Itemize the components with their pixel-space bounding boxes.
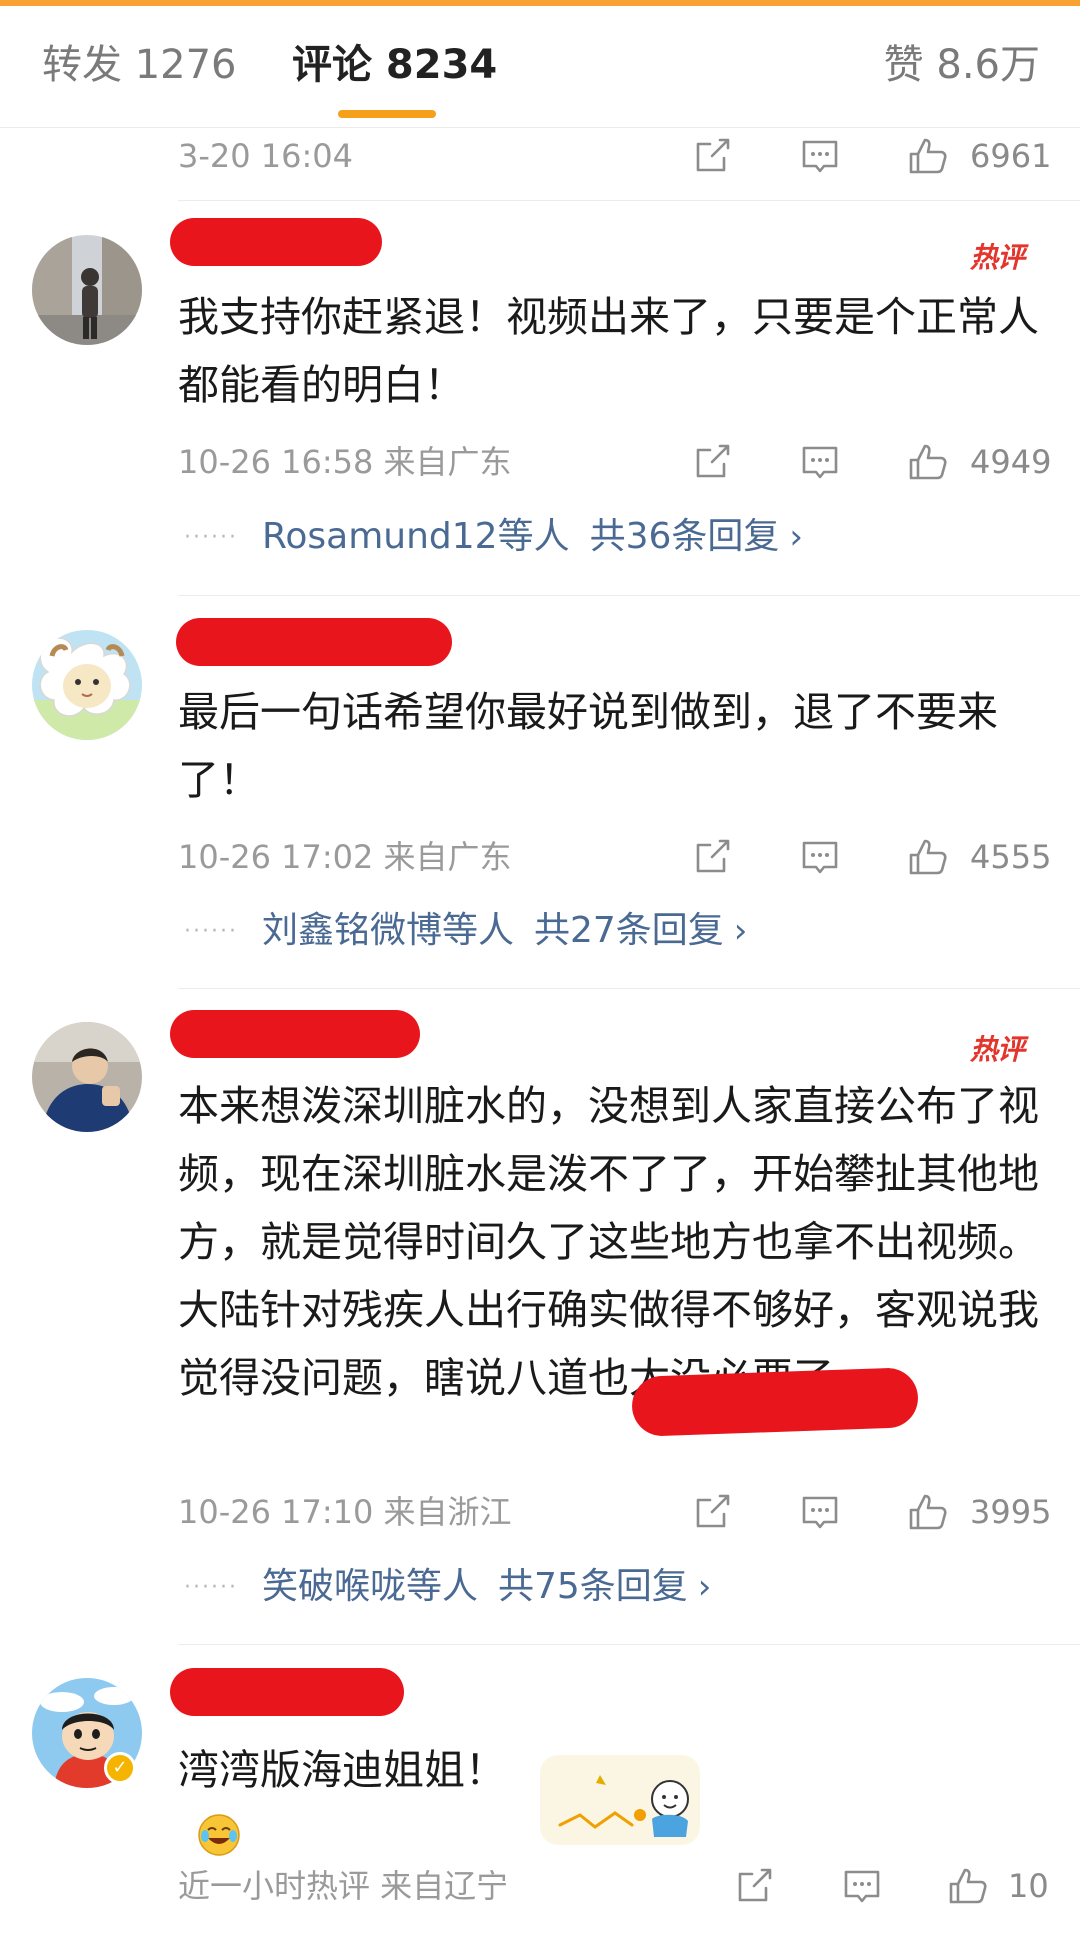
thumbs-up-icon[interactable] bbox=[906, 1490, 950, 1534]
comment-meta: 10-26 17:10 来自浙江 3995 bbox=[178, 1486, 1051, 1536]
reply-users: 刘鑫铭微博等人 bbox=[261, 910, 514, 951]
thumbs-up-icon[interactable] bbox=[906, 835, 950, 879]
tab-repost[interactable]: 转发 1276 bbox=[42, 40, 237, 90]
tab-likes[interactable]: 赞 8.6万 bbox=[884, 40, 1040, 90]
verified-badge-icon: ✓ bbox=[104, 1752, 136, 1784]
share-icon[interactable] bbox=[690, 440, 734, 484]
view-replies-link[interactable]: ······ 刘鑫铭微博等人 共27条回复 › bbox=[184, 906, 747, 956]
comment-meta: 10-26 17:02 来自广东 4555 bbox=[178, 831, 1051, 881]
text-redaction bbox=[631, 1367, 919, 1437]
comment-timestamp: 3-20 16:04 bbox=[178, 137, 354, 175]
divider bbox=[178, 988, 1080, 989]
divider bbox=[178, 595, 1080, 596]
comment-timestamp-location: 10-26 17:10 来自浙江 bbox=[178, 1493, 512, 1531]
thumbs-up-icon[interactable] bbox=[906, 134, 950, 178]
reply-count: 共75条回复 bbox=[497, 1566, 688, 1607]
reply-count: 共36条回复 bbox=[589, 516, 780, 557]
reply-dots: ······ bbox=[184, 1575, 238, 1600]
reply-dots: ······ bbox=[184, 525, 238, 550]
hot-comment-badge: 热评 bbox=[970, 241, 1025, 274]
share-icon[interactable] bbox=[690, 835, 734, 879]
like-count: 4949 bbox=[970, 443, 1052, 481]
share-icon[interactable] bbox=[732, 1864, 776, 1908]
chevron-right-icon: › bbox=[789, 517, 803, 557]
comment-icon[interactable] bbox=[798, 440, 842, 484]
divider bbox=[178, 200, 1080, 201]
share-icon[interactable] bbox=[690, 134, 734, 178]
avatar[interactable] bbox=[32, 1022, 142, 1132]
like-count: 4555 bbox=[970, 838, 1052, 876]
avatar[interactable] bbox=[32, 235, 142, 345]
comment-text-row: 湾湾版海迪姐姐！ bbox=[178, 1736, 558, 1872]
thumbs-up-icon[interactable] bbox=[946, 1864, 990, 1908]
active-tab-indicator bbox=[338, 110, 436, 118]
comment-text: 湾湾版海迪姐姐！ bbox=[178, 1746, 506, 1794]
chevron-right-icon: › bbox=[697, 1567, 712, 1607]
tab-bar: 转发 1276 评论 8234 赞 8.6万 bbox=[0, 6, 1080, 128]
reply-users: 笑破喉咙等人 bbox=[261, 1566, 478, 1607]
view-replies-link[interactable]: ······ 笑破喉咙等人 共75条回复 › bbox=[184, 1562, 711, 1612]
chevron-right-icon: › bbox=[733, 911, 748, 951]
reply-count: 共27条回复 bbox=[533, 910, 724, 951]
username-redaction bbox=[170, 1010, 420, 1058]
reply-users: Rosamund12等人 bbox=[261, 516, 570, 557]
comment-timestamp-location: 10-26 16:58 来自广东 bbox=[178, 443, 512, 481]
sticker-image bbox=[540, 1755, 700, 1845]
username-redaction bbox=[170, 218, 382, 266]
like-count: 10 bbox=[1008, 1867, 1049, 1905]
like-count: 6961 bbox=[970, 137, 1052, 175]
divider bbox=[178, 1644, 1080, 1645]
comment-icon[interactable] bbox=[798, 1490, 842, 1534]
comment-icon[interactable] bbox=[798, 835, 842, 879]
previous-comment-meta: 3-20 16:04 6961 bbox=[178, 130, 1051, 180]
tab-comments[interactable]: 评论 8234 bbox=[292, 40, 497, 90]
comment-text: 本来想泼深圳脏水的，没想到人家直接公布了视频，现在深圳脏水是泼不了了，开始攀扯其… bbox=[178, 1082, 1039, 1402]
view-replies-link[interactable]: ······ Rosamund12等人 共36条回复 › bbox=[184, 512, 803, 562]
share-icon[interactable] bbox=[690, 1490, 734, 1534]
comment-icon[interactable] bbox=[798, 134, 842, 178]
reply-dots: ······ bbox=[184, 919, 238, 944]
comment-meta: 近一小时热评 来自辽宁 10 bbox=[178, 1860, 1049, 1910]
username-redaction bbox=[170, 1668, 404, 1716]
thumbs-up-icon[interactable] bbox=[906, 440, 950, 484]
comment-timestamp-location: 近一小时热评 来自辽宁 bbox=[178, 1867, 509, 1905]
laugh-cry-emoji bbox=[196, 1812, 242, 1858]
comment-timestamp-location: 10-26 17:02 来自广东 bbox=[178, 838, 512, 876]
avatar[interactable] bbox=[32, 630, 142, 740]
hot-comment-badge: 热评 bbox=[970, 1033, 1025, 1066]
comment-icon[interactable] bbox=[840, 1864, 884, 1908]
comment-text: 我支持你赶紧退！视频出来了，只要是个正常人都能看的明白！ bbox=[178, 293, 1039, 409]
username-redaction bbox=[176, 618, 452, 666]
comment-text: 最后一句话希望你最好说到做到，退了不要来了！ bbox=[178, 688, 998, 804]
like-count: 3995 bbox=[970, 1493, 1052, 1531]
comment-meta: 10-26 16:58 来自广东 4949 bbox=[178, 436, 1051, 486]
